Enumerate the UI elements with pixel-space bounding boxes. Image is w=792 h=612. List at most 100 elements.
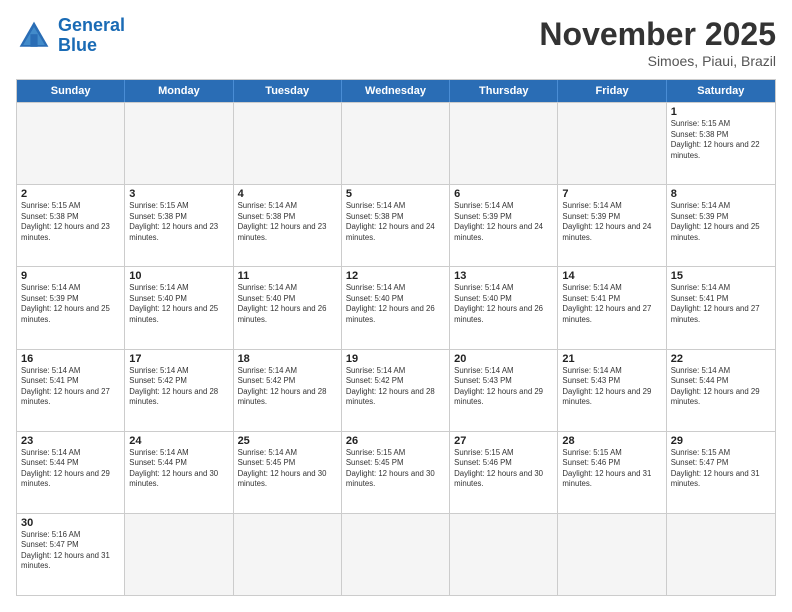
day-info: Sunrise: 5:15 AM Sunset: 5:38 PM Dayligh… [21,201,120,243]
calendar-week-3: 16Sunrise: 5:14 AM Sunset: 5:41 PM Dayli… [17,349,775,431]
calendar-subtitle: Simoes, Piaui, Brazil [539,53,776,69]
day-number: 22 [671,353,771,365]
header-day-thursday: Thursday [450,80,558,102]
logo-blue: Blue [58,35,97,55]
day-number: 12 [346,270,445,282]
day-info: Sunrise: 5:14 AM Sunset: 5:44 PM Dayligh… [21,448,120,490]
calendar-cell-0-5 [558,103,666,184]
calendar-cell-3-6: 22Sunrise: 5:14 AM Sunset: 5:44 PM Dayli… [667,350,775,431]
day-info: Sunrise: 5:16 AM Sunset: 5:47 PM Dayligh… [21,530,120,572]
day-info: Sunrise: 5:15 AM Sunset: 5:46 PM Dayligh… [562,448,661,490]
day-info: Sunrise: 5:14 AM Sunset: 5:40 PM Dayligh… [129,283,228,325]
day-info: Sunrise: 5:14 AM Sunset: 5:38 PM Dayligh… [346,201,445,243]
day-number: 20 [454,353,553,365]
day-number: 13 [454,270,553,282]
day-info: Sunrise: 5:15 AM Sunset: 5:47 PM Dayligh… [671,448,771,490]
calendar-cell-1-3: 5Sunrise: 5:14 AM Sunset: 5:38 PM Daylig… [342,185,450,266]
day-info: Sunrise: 5:14 AM Sunset: 5:45 PM Dayligh… [238,448,337,490]
calendar-title: November 2025 [539,16,776,53]
calendar-cell-4-6: 29Sunrise: 5:15 AM Sunset: 5:47 PM Dayli… [667,432,775,513]
day-info: Sunrise: 5:14 AM Sunset: 5:40 PM Dayligh… [454,283,553,325]
day-number: 5 [346,188,445,200]
day-number: 7 [562,188,661,200]
calendar-cell-4-1: 24Sunrise: 5:14 AM Sunset: 5:44 PM Dayli… [125,432,233,513]
logo-general: General [58,15,125,35]
page: General Blue November 2025 Simoes, Piaui… [0,0,792,612]
day-number: 15 [671,270,771,282]
calendar-cell-0-6: 1Sunrise: 5:15 AM Sunset: 5:38 PM Daylig… [667,103,775,184]
calendar-cell-4-0: 23Sunrise: 5:14 AM Sunset: 5:44 PM Dayli… [17,432,125,513]
day-info: Sunrise: 5:14 AM Sunset: 5:40 PM Dayligh… [346,283,445,325]
calendar-cell-3-5: 21Sunrise: 5:14 AM Sunset: 5:43 PM Dayli… [558,350,666,431]
calendar-cell-1-1: 3Sunrise: 5:15 AM Sunset: 5:38 PM Daylig… [125,185,233,266]
day-number: 26 [346,435,445,447]
day-number: 1 [671,106,771,118]
calendar-cell-0-2 [234,103,342,184]
calendar-week-1: 2Sunrise: 5:15 AM Sunset: 5:38 PM Daylig… [17,184,775,266]
calendar-cell-5-2 [234,514,342,595]
day-info: Sunrise: 5:14 AM Sunset: 5:39 PM Dayligh… [21,283,120,325]
day-info: Sunrise: 5:14 AM Sunset: 5:40 PM Dayligh… [238,283,337,325]
calendar-cell-5-4 [450,514,558,595]
calendar-week-2: 9Sunrise: 5:14 AM Sunset: 5:39 PM Daylig… [17,266,775,348]
day-number: 24 [129,435,228,447]
calendar-cell-4-2: 25Sunrise: 5:14 AM Sunset: 5:45 PM Dayli… [234,432,342,513]
calendar-cell-2-0: 9Sunrise: 5:14 AM Sunset: 5:39 PM Daylig… [17,267,125,348]
day-number: 4 [238,188,337,200]
day-info: Sunrise: 5:15 AM Sunset: 5:46 PM Dayligh… [454,448,553,490]
day-info: Sunrise: 5:14 AM Sunset: 5:41 PM Dayligh… [671,283,771,325]
calendar-cell-5-3 [342,514,450,595]
calendar-cell-3-2: 18Sunrise: 5:14 AM Sunset: 5:42 PM Dayli… [234,350,342,431]
calendar-cell-3-0: 16Sunrise: 5:14 AM Sunset: 5:41 PM Dayli… [17,350,125,431]
day-info: Sunrise: 5:14 AM Sunset: 5:39 PM Dayligh… [562,201,661,243]
header-day-friday: Friday [558,80,666,102]
day-info: Sunrise: 5:14 AM Sunset: 5:42 PM Dayligh… [129,366,228,408]
header-day-tuesday: Tuesday [234,80,342,102]
title-block: November 2025 Simoes, Piaui, Brazil [539,16,776,69]
day-number: 16 [21,353,120,365]
logo-text: General Blue [58,16,125,56]
calendar-cell-0-4 [450,103,558,184]
header-day-monday: Monday [125,80,233,102]
day-number: 3 [129,188,228,200]
day-info: Sunrise: 5:14 AM Sunset: 5:39 PM Dayligh… [454,201,553,243]
day-number: 27 [454,435,553,447]
day-number: 29 [671,435,771,447]
calendar-cell-2-2: 11Sunrise: 5:14 AM Sunset: 5:40 PM Dayli… [234,267,342,348]
calendar-cell-2-6: 15Sunrise: 5:14 AM Sunset: 5:41 PM Dayli… [667,267,775,348]
header: General Blue November 2025 Simoes, Piaui… [16,16,776,69]
calendar-header: SundayMondayTuesdayWednesdayThursdayFrid… [17,80,775,102]
calendar: SundayMondayTuesdayWednesdayThursdayFrid… [16,79,776,596]
day-number: 2 [21,188,120,200]
day-number: 25 [238,435,337,447]
calendar-cell-2-3: 12Sunrise: 5:14 AM Sunset: 5:40 PM Dayli… [342,267,450,348]
day-number: 11 [238,270,337,282]
calendar-cell-3-1: 17Sunrise: 5:14 AM Sunset: 5:42 PM Dayli… [125,350,233,431]
calendar-cell-4-4: 27Sunrise: 5:15 AM Sunset: 5:46 PM Dayli… [450,432,558,513]
calendar-cell-2-5: 14Sunrise: 5:14 AM Sunset: 5:41 PM Dayli… [558,267,666,348]
calendar-cell-5-0: 30Sunrise: 5:16 AM Sunset: 5:47 PM Dayli… [17,514,125,595]
header-day-sunday: Sunday [17,80,125,102]
logo: General Blue [16,16,125,56]
day-number: 18 [238,353,337,365]
day-number: 21 [562,353,661,365]
calendar-cell-2-4: 13Sunrise: 5:14 AM Sunset: 5:40 PM Dayli… [450,267,558,348]
calendar-body: 1Sunrise: 5:15 AM Sunset: 5:38 PM Daylig… [17,102,775,595]
day-number: 14 [562,270,661,282]
calendar-cell-1-6: 8Sunrise: 5:14 AM Sunset: 5:39 PM Daylig… [667,185,775,266]
calendar-cell-5-5 [558,514,666,595]
day-info: Sunrise: 5:15 AM Sunset: 5:38 PM Dayligh… [671,119,771,161]
day-info: Sunrise: 5:14 AM Sunset: 5:39 PM Dayligh… [671,201,771,243]
day-number: 9 [21,270,120,282]
day-number: 6 [454,188,553,200]
day-info: Sunrise: 5:14 AM Sunset: 5:38 PM Dayligh… [238,201,337,243]
calendar-cell-0-0 [17,103,125,184]
calendar-cell-3-3: 19Sunrise: 5:14 AM Sunset: 5:42 PM Dayli… [342,350,450,431]
calendar-cell-0-3 [342,103,450,184]
day-info: Sunrise: 5:14 AM Sunset: 5:41 PM Dayligh… [21,366,120,408]
day-number: 30 [21,517,120,529]
day-info: Sunrise: 5:14 AM Sunset: 5:42 PM Dayligh… [346,366,445,408]
day-number: 28 [562,435,661,447]
calendar-cell-1-4: 6Sunrise: 5:14 AM Sunset: 5:39 PM Daylig… [450,185,558,266]
header-day-wednesday: Wednesday [342,80,450,102]
